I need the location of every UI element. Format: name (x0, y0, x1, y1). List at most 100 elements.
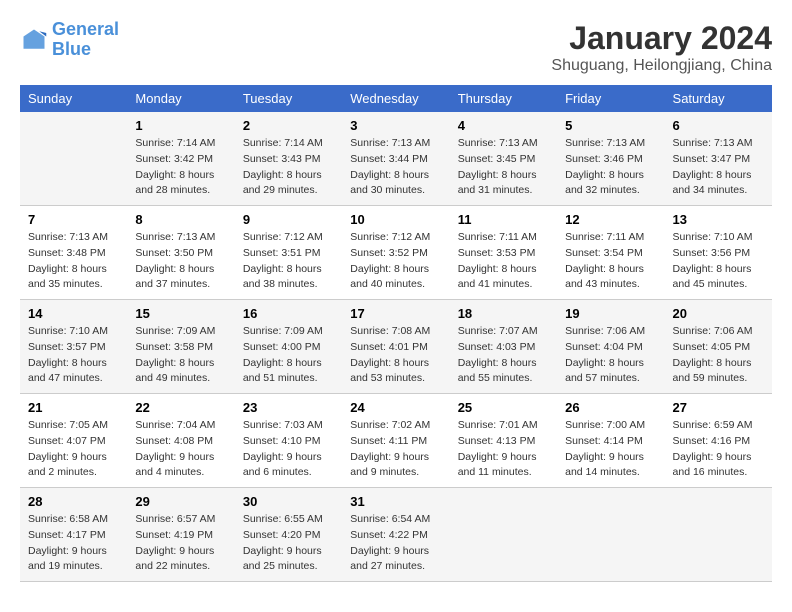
day-number: 24 (350, 400, 441, 415)
day-cell (20, 112, 127, 206)
day-number: 1 (135, 118, 226, 133)
day-cell: 2 Sunrise: 7:14 AMSunset: 3:43 PMDaylight… (235, 112, 342, 206)
day-info: Sunrise: 7:13 AMSunset: 3:45 PMDaylight:… (458, 136, 549, 199)
day-cell: 18 Sunrise: 7:07 AMSunset: 4:03 PMDayligh… (450, 300, 557, 394)
day-number: 26 (565, 400, 656, 415)
day-number: 11 (458, 212, 549, 227)
col-header-friday: Friday (557, 85, 664, 112)
day-number: 2 (243, 118, 334, 133)
header-row: SundayMondayTuesdayWednesdayThursdayFrid… (20, 85, 772, 112)
day-number: 27 (673, 400, 764, 415)
day-info: Sunrise: 7:06 AMSunset: 4:04 PMDaylight:… (565, 324, 656, 387)
day-number: 5 (565, 118, 656, 133)
week-row-3: 14Sunrise: 7:10 AMSunset: 3:57 PMDayligh… (20, 300, 772, 394)
day-number: 19 (565, 306, 656, 321)
day-number: 18 (458, 306, 549, 321)
day-info: Sunrise: 7:10 AMSunset: 3:56 PMDaylight:… (673, 230, 764, 293)
logo-icon (20, 26, 48, 54)
day-cell: 31 Sunrise: 6:54 AMSunset: 4:22 PMDayligh… (342, 488, 449, 582)
day-number: 9 (243, 212, 334, 227)
day-number: 23 (243, 400, 334, 415)
day-info: Sunrise: 7:11 AMSunset: 3:53 PMDaylight:… (458, 230, 549, 293)
day-info: Sunrise: 7:13 AMSunset: 3:44 PMDaylight:… (350, 136, 441, 199)
day-cell (450, 488, 557, 582)
day-cell: 23 Sunrise: 7:03 AMSunset: 4:10 PMDayligh… (235, 394, 342, 488)
day-cell: 5 Sunrise: 7:13 AMSunset: 3:46 PMDaylight… (557, 112, 664, 206)
month-title: January 2024 (551, 20, 772, 57)
day-info: Sunrise: 7:00 AMSunset: 4:14 PMDaylight:… (565, 418, 656, 481)
day-number: 3 (350, 118, 441, 133)
col-header-wednesday: Wednesday (342, 85, 449, 112)
logo-line2: Blue (52, 39, 91, 59)
day-info: Sunrise: 7:13 AMSunset: 3:48 PMDaylight:… (28, 230, 119, 293)
day-cell (665, 488, 772, 582)
day-info: Sunrise: 7:10 AMSunset: 3:57 PMDaylight:… (28, 324, 119, 387)
day-number: 6 (673, 118, 764, 133)
day-number: 4 (458, 118, 549, 133)
page-header: General Blue January 2024 Shuguang, Heil… (20, 20, 772, 75)
day-info: Sunrise: 7:05 AMSunset: 4:07 PMDaylight:… (28, 418, 119, 481)
day-cell: 6 Sunrise: 7:13 AMSunset: 3:47 PMDaylight… (665, 112, 772, 206)
day-cell: 27 Sunrise: 6:59 AMSunset: 4:16 PMDayligh… (665, 394, 772, 488)
day-info: Sunrise: 7:13 AMSunset: 3:47 PMDaylight:… (673, 136, 764, 199)
day-info: Sunrise: 7:01 AMSunset: 4:13 PMDaylight:… (458, 418, 549, 481)
day-cell: 21 Sunrise: 7:05 AMSunset: 4:07 PMDayligh… (20, 394, 127, 488)
logo: General Blue (20, 20, 119, 60)
week-row-1: 1 Sunrise: 7:14 AMSunset: 3:42 PMDaylight… (20, 112, 772, 206)
day-cell: 1 Sunrise: 7:14 AMSunset: 3:42 PMDaylight… (127, 112, 234, 206)
day-info: Sunrise: 6:57 AMSunset: 4:19 PMDaylight:… (135, 512, 226, 575)
day-number: 17 (350, 306, 441, 321)
col-header-sunday: Sunday (20, 85, 127, 112)
day-cell: 17 Sunrise: 7:08 AMSunset: 4:01 PMDayligh… (342, 300, 449, 394)
day-cell: 8Sunrise: 7:13 AMSunset: 3:50 PMDaylight… (127, 206, 234, 300)
day-number: 10 (350, 212, 441, 227)
day-cell: 26 Sunrise: 7:00 AMSunset: 4:14 PMDayligh… (557, 394, 664, 488)
day-info: Sunrise: 7:12 AMSunset: 3:52 PMDaylight:… (350, 230, 441, 293)
day-info: Sunrise: 7:14 AMSunset: 3:42 PMDaylight:… (135, 136, 226, 199)
day-cell: 24 Sunrise: 7:02 AMSunset: 4:11 PMDayligh… (342, 394, 449, 488)
day-cell: 4 Sunrise: 7:13 AMSunset: 3:45 PMDaylight… (450, 112, 557, 206)
day-number: 31 (350, 494, 441, 509)
location-subtitle: Shuguang, Heilongjiang, China (551, 57, 772, 75)
day-number: 29 (135, 494, 226, 509)
week-row-4: 21 Sunrise: 7:05 AMSunset: 4:07 PMDayligh… (20, 394, 772, 488)
day-cell: 30Sunrise: 6:55 AMSunset: 4:20 PMDayligh… (235, 488, 342, 582)
day-number: 8 (135, 212, 226, 227)
day-cell: 15 Sunrise: 7:09 AMSunset: 3:58 PMDayligh… (127, 300, 234, 394)
col-header-thursday: Thursday (450, 85, 557, 112)
day-cell (557, 488, 664, 582)
day-number: 25 (458, 400, 549, 415)
day-info: Sunrise: 7:08 AMSunset: 4:01 PMDaylight:… (350, 324, 441, 387)
day-cell: 25 Sunrise: 7:01 AMSunset: 4:13 PMDayligh… (450, 394, 557, 488)
day-info: Sunrise: 7:03 AMSunset: 4:10 PMDaylight:… (243, 418, 334, 481)
week-row-2: 7 Sunrise: 7:13 AMSunset: 3:48 PMDaylight… (20, 206, 772, 300)
day-cell: 13 Sunrise: 7:10 AMSunset: 3:56 PMDayligh… (665, 206, 772, 300)
day-cell: 20Sunrise: 7:06 AMSunset: 4:05 PMDayligh… (665, 300, 772, 394)
day-cell: 14Sunrise: 7:10 AMSunset: 3:57 PMDayligh… (20, 300, 127, 394)
day-cell: 28Sunrise: 6:58 AMSunset: 4:17 PMDayligh… (20, 488, 127, 582)
logo-line1: General (52, 19, 119, 39)
day-cell: 22Sunrise: 7:04 AMSunset: 4:08 PMDayligh… (127, 394, 234, 488)
day-info: Sunrise: 7:02 AMSunset: 4:11 PMDaylight:… (350, 418, 441, 481)
day-number: 7 (28, 212, 119, 227)
day-info: Sunrise: 6:59 AMSunset: 4:16 PMDaylight:… (673, 418, 764, 481)
day-info: Sunrise: 7:14 AMSunset: 3:43 PMDaylight:… (243, 136, 334, 199)
day-number: 30 (243, 494, 334, 509)
day-info: Sunrise: 7:07 AMSunset: 4:03 PMDaylight:… (458, 324, 549, 387)
day-number: 13 (673, 212, 764, 227)
day-number: 15 (135, 306, 226, 321)
day-number: 16 (243, 306, 334, 321)
day-info: Sunrise: 7:11 AMSunset: 3:54 PMDaylight:… (565, 230, 656, 293)
day-number: 21 (28, 400, 119, 415)
title-section: January 2024 Shuguang, Heilongjiang, Chi… (551, 20, 772, 75)
day-cell: 7 Sunrise: 7:13 AMSunset: 3:48 PMDaylight… (20, 206, 127, 300)
day-cell: 12Sunrise: 7:11 AMSunset: 3:54 PMDayligh… (557, 206, 664, 300)
day-info: Sunrise: 7:12 AMSunset: 3:51 PMDaylight:… (243, 230, 334, 293)
day-info: Sunrise: 7:09 AMSunset: 3:58 PMDaylight:… (135, 324, 226, 387)
day-info: Sunrise: 6:54 AMSunset: 4:22 PMDaylight:… (350, 512, 441, 575)
day-number: 28 (28, 494, 119, 509)
col-header-monday: Monday (127, 85, 234, 112)
day-cell: 11 Sunrise: 7:11 AMSunset: 3:53 PMDayligh… (450, 206, 557, 300)
day-info: Sunrise: 7:13 AMSunset: 3:46 PMDaylight:… (565, 136, 656, 199)
day-cell: 16Sunrise: 7:09 AMSunset: 4:00 PMDayligh… (235, 300, 342, 394)
